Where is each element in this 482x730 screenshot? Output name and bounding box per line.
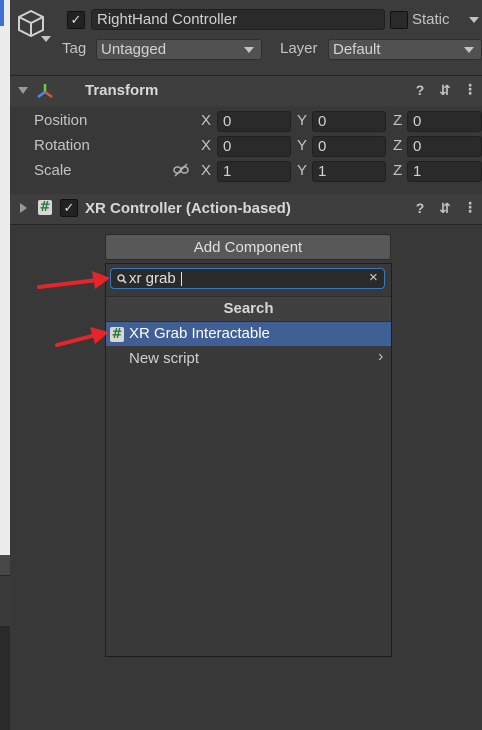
- xr-controller-header[interactable]: # ✓ XR Controller (Action-based) ? ⇵ ⋮: [10, 194, 482, 225]
- scale-x-field[interactable]: 1: [217, 161, 291, 182]
- constrain-proportions-icon[interactable]: [173, 163, 189, 177]
- position-y-field[interactable]: 0: [312, 111, 386, 132]
- tag-dropdown[interactable]: Untagged: [96, 39, 262, 60]
- axis-z-label[interactable]: Z: [393, 162, 402, 179]
- add-component-button[interactable]: Add Component: [105, 234, 391, 260]
- icon-dropdown-icon[interactable]: [41, 36, 51, 42]
- active-checkbox[interactable]: ✓: [67, 11, 85, 29]
- more-options-icon[interactable]: ⋮: [463, 199, 477, 216]
- axis-x-label[interactable]: X: [201, 137, 211, 154]
- more-options-icon[interactable]: ⋮: [463, 81, 477, 98]
- search-icon: [117, 274, 127, 284]
- transform-header[interactable]: Transform ? ⇵ ⋮: [10, 76, 482, 107]
- clear-search-icon[interactable]: ×: [369, 269, 378, 286]
- rotation-x-field[interactable]: 0: [217, 136, 291, 157]
- help-icon[interactable]: ?: [413, 82, 427, 98]
- rotation-label: Rotation: [34, 137, 90, 154]
- axis-x-label[interactable]: X: [201, 112, 211, 129]
- inspector-header: ✓ RightHand Controller Static Tag Untagg…: [10, 0, 482, 76]
- text-caret: [181, 272, 182, 286]
- presets-icon[interactable]: ⇵: [438, 200, 452, 217]
- transform-axes-icon: [37, 84, 53, 99]
- rotation-y-field[interactable]: 0: [312, 136, 386, 157]
- scale-z-value: 1: [413, 163, 422, 180]
- scale-y-field[interactable]: 1: [312, 161, 386, 182]
- result-new-script[interactable]: New script ›: [106, 347, 391, 371]
- annotation-arrow-icon: [37, 271, 110, 289]
- scale-z-field[interactable]: 1: [407, 161, 482, 182]
- position-x-field[interactable]: 0: [217, 111, 291, 132]
- component-enabled-checkbox[interactable]: ✓: [60, 199, 78, 217]
- static-label: Static: [412, 11, 450, 28]
- foldout-collapsed-icon[interactable]: [20, 203, 27, 213]
- tag-label: Tag: [62, 40, 87, 57]
- axis-y-label[interactable]: Y: [297, 137, 307, 154]
- script-icon: #: [38, 200, 52, 215]
- chevron-down-icon: [464, 47, 474, 53]
- axis-z-label[interactable]: Z: [393, 112, 402, 129]
- layer-value: Default: [333, 41, 381, 58]
- rotation-z-value: 0: [413, 138, 422, 155]
- gameobject-cube-icon[interactable]: [16, 8, 46, 38]
- position-x-value: 0: [223, 113, 232, 130]
- object-name-field[interactable]: RightHand Controller: [91, 9, 385, 30]
- scale-x-value: 1: [223, 163, 232, 180]
- axis-y-label[interactable]: Y: [297, 112, 307, 129]
- xr-controller-title: XR Controller (Action-based): [85, 200, 291, 217]
- scale-label: Scale: [34, 162, 72, 179]
- transform-body: Position X 0 Y 0 Z 0 Rotation X 0 Y 0 Z …: [10, 106, 482, 195]
- chevron-right-icon: ›: [378, 348, 384, 365]
- tag-value: Untagged: [101, 41, 167, 58]
- rotation-x-value: 0: [223, 138, 232, 155]
- static-dropdown-icon[interactable]: [469, 17, 479, 23]
- layer-label: Layer: [280, 40, 318, 57]
- axis-y-label[interactable]: Y: [297, 162, 307, 179]
- chevron-down-icon: [244, 47, 254, 53]
- rotation-y-value: 0: [318, 138, 327, 155]
- help-icon[interactable]: ?: [413, 200, 427, 216]
- object-name-text: RightHand Controller: [97, 11, 238, 28]
- position-z-value: 0: [413, 113, 422, 130]
- result-label: XR Grab Interactable: [129, 325, 270, 342]
- script-hash-icon: #: [110, 327, 124, 342]
- position-z-field[interactable]: 0: [407, 111, 482, 132]
- scene-view-edge: [0, 0, 10, 730]
- foldout-expanded-icon[interactable]: [18, 87, 28, 94]
- rotation-z-field[interactable]: 0: [407, 136, 482, 157]
- search-query-text: xr grab: [129, 270, 176, 287]
- result-xr-grab-interactable[interactable]: # XR Grab Interactable: [106, 322, 391, 346]
- annotation-arrow-icon: [55, 327, 109, 347]
- static-checkbox[interactable]: [390, 11, 408, 29]
- axis-z-label[interactable]: Z: [393, 137, 402, 154]
- position-y-value: 0: [318, 113, 327, 130]
- component-search-input[interactable]: xr grab ×: [110, 268, 385, 289]
- presets-icon[interactable]: ⇵: [438, 82, 452, 99]
- search-section-title: Search: [106, 296, 391, 322]
- scale-y-value: 1: [318, 163, 327, 180]
- new-script-label: New script: [129, 350, 200, 367]
- layer-dropdown[interactable]: Default: [328, 39, 482, 60]
- axis-x-label[interactable]: X: [201, 162, 211, 179]
- transform-title: Transform: [85, 82, 159, 99]
- position-label: Position: [34, 112, 88, 129]
